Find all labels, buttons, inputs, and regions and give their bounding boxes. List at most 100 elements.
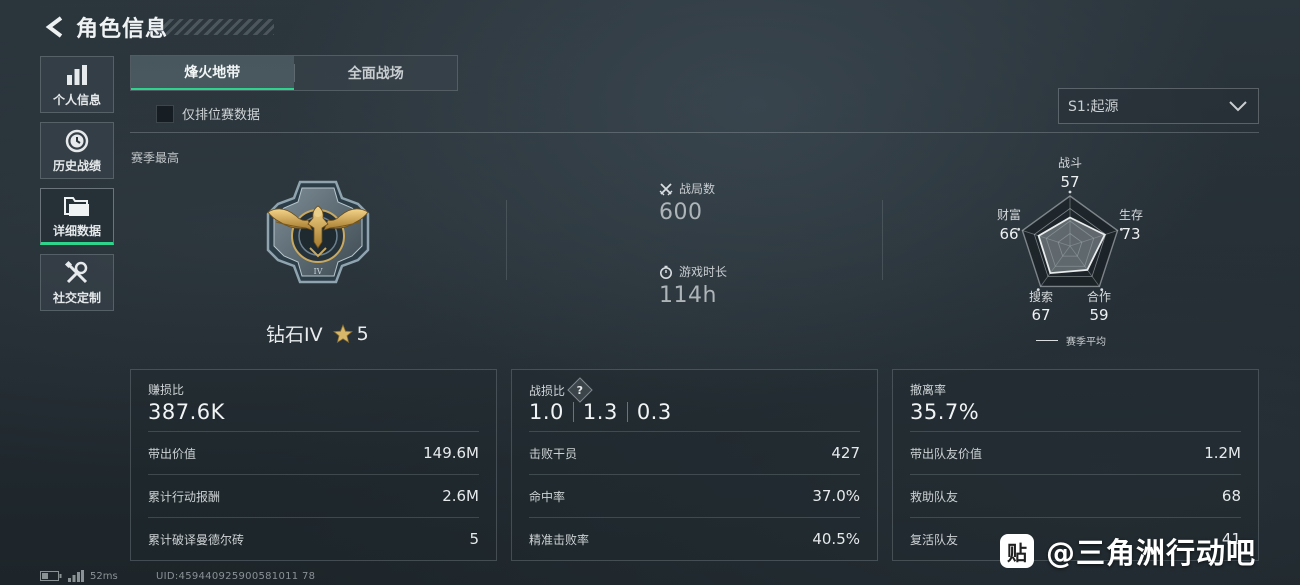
row-value: 5 bbox=[469, 530, 479, 548]
history-clock-icon bbox=[65, 129, 89, 152]
playtime-value: 114h bbox=[659, 283, 717, 308]
tieba-logo-icon: 贴 bbox=[1000, 534, 1034, 568]
season-dropdown[interactable]: S1:起源 bbox=[1058, 88, 1259, 124]
row-value: 68 bbox=[1221, 487, 1241, 505]
sidebar: 个人信息 历史战绩 详细数据 社交定制 bbox=[40, 56, 114, 320]
row-value: 37.0% bbox=[812, 487, 860, 505]
ranked-only-checkbox[interactable] bbox=[156, 104, 174, 123]
back-arrow-icon bbox=[45, 16, 63, 38]
rank-name: 钻石IV bbox=[266, 324, 323, 346]
extract-value: 35.7% bbox=[910, 400, 980, 424]
sidebar-item-detailed-data[interactable]: 详细数据 bbox=[40, 188, 114, 245]
svg-text:IV: IV bbox=[314, 267, 323, 276]
bar-chart-icon bbox=[67, 64, 87, 85]
sidebar-item-label: 详细数据 bbox=[52, 223, 101, 238]
radar-value-search: 67 bbox=[1031, 306, 1051, 324]
sidebar-item-history[interactable]: 历史战绩 bbox=[40, 122, 114, 179]
ranked-only-label: 仅排位赛数据 bbox=[182, 108, 261, 123]
sidebar-item-label: 社交定制 bbox=[52, 290, 101, 305]
kda-value-1: 1.0 bbox=[529, 400, 564, 424]
playtime-label: 游戏时长 bbox=[679, 265, 728, 279]
table-row: 击败干员 427 bbox=[529, 431, 860, 474]
matches-value: 600 bbox=[659, 200, 703, 225]
season-best-label: 赛季最高 bbox=[131, 151, 180, 165]
row-value: 2.6M bbox=[442, 487, 479, 505]
row-value: 427 bbox=[831, 444, 860, 462]
radar-label-combat: 战斗 bbox=[1057, 156, 1082, 170]
vertical-divider bbox=[882, 200, 883, 280]
radar-label-wealth: 财富 bbox=[996, 208, 1021, 222]
crossed-swords-icon bbox=[659, 182, 673, 195]
combat-title-row: 战损比 ? bbox=[529, 377, 593, 403]
profit-card: 赚损比 387.6K 带出价值 149.6M 累计行动报酬 2.6M 累计破译曼… bbox=[130, 369, 497, 561]
table-row: 精准击败率 40.5% bbox=[529, 517, 860, 560]
kda-value-2: 1.3 bbox=[582, 400, 618, 424]
row-label: 累计行动报酬 bbox=[148, 489, 221, 504]
extract-title: 撤离率 bbox=[910, 383, 947, 397]
rank-badge-icon: IV bbox=[266, 180, 370, 284]
folder-icon bbox=[64, 196, 89, 216]
chevron-down-icon bbox=[1229, 101, 1247, 112]
row-label: 累计破译曼德尔砖 bbox=[148, 532, 245, 547]
row-label: 带出队友价值 bbox=[910, 446, 983, 461]
combat-title: 战损比 bbox=[529, 383, 566, 398]
star-icon bbox=[332, 323, 353, 343]
profit-value: 387.6K bbox=[148, 400, 225, 424]
tab-beacon-zone[interactable]: 烽火地带 bbox=[131, 56, 294, 90]
radar-value-cooperation: 59 bbox=[1089, 306, 1109, 324]
sidebar-item-social[interactable]: 社交定制 bbox=[40, 254, 114, 311]
rank-stars-count: 5 bbox=[356, 322, 369, 345]
table-row: 累计破译曼德尔砖 5 bbox=[148, 517, 479, 560]
ranked-only-filter[interactable]: 仅排位赛数据 bbox=[156, 104, 260, 123]
radar-label-cooperation: 合作 bbox=[1086, 290, 1111, 304]
row-label: 击败干员 bbox=[529, 446, 578, 461]
radar-value-combat: 57 bbox=[1060, 173, 1080, 191]
mode-tabs: 烽火地带 全面战场 bbox=[130, 55, 458, 91]
radar-label-search: 搜索 bbox=[1028, 290, 1053, 304]
divider bbox=[130, 132, 1259, 133]
signal-icon bbox=[68, 570, 84, 582]
playtime-stat: 游戏时长 114h bbox=[659, 263, 727, 308]
status-bar: 52ms bbox=[40, 570, 118, 582]
table-row: 带出队友价值 1.2M bbox=[910, 431, 1241, 474]
ability-radar: 战斗 57 生存 73 合作 59 搜索 67 财富 66 bbox=[992, 150, 1160, 350]
row-value: 1.2M bbox=[1204, 444, 1241, 462]
kda-separator bbox=[626, 402, 628, 422]
tools-icon bbox=[64, 260, 88, 283]
header: 角色信息 bbox=[40, 10, 168, 44]
row-value: 40.5% bbox=[812, 530, 860, 548]
tieba-logo-text: 贴 bbox=[1007, 540, 1027, 565]
kda-values: 1.0 1.3 0.3 bbox=[529, 400, 672, 424]
ping-value: 52ms bbox=[90, 570, 118, 582]
help-icon: ? bbox=[576, 383, 584, 397]
matches-stat: 战局数 600 bbox=[659, 180, 715, 225]
back-button[interactable] bbox=[40, 12, 66, 42]
watermark: 贴 @三角洲行动吧 bbox=[1000, 530, 1256, 572]
table-row: 命中率 37.0% bbox=[529, 474, 860, 517]
season-selected-value: S1:起源 bbox=[1068, 99, 1119, 115]
sidebar-item-personal-info[interactable]: 个人信息 bbox=[40, 56, 114, 113]
title-decoration bbox=[150, 19, 274, 35]
vertical-divider bbox=[506, 200, 507, 280]
radar-axis-dot bbox=[1068, 190, 1072, 194]
radar-label-survival: 生存 bbox=[1118, 208, 1143, 222]
sidebar-item-label: 历史战绩 bbox=[52, 158, 101, 173]
table-row: 带出价值 149.6M bbox=[148, 431, 479, 474]
kda-value-3: 0.3 bbox=[636, 400, 672, 424]
row-label: 命中率 bbox=[529, 489, 566, 504]
sidebar-item-label: 个人信息 bbox=[52, 92, 101, 107]
combat-card: 战损比 ? 1.0 1.3 0.3 击败干员 427 命中率 37.0% 精准击… bbox=[511, 369, 878, 561]
matches-label: 战局数 bbox=[679, 182, 716, 196]
rank-display: 钻石IV 5 bbox=[266, 320, 369, 347]
row-label: 复活队友 bbox=[910, 532, 959, 547]
profit-title: 赚损比 bbox=[148, 383, 185, 397]
kda-separator bbox=[572, 402, 574, 422]
uid-text: UID:459440925900581011 78 bbox=[156, 571, 316, 582]
help-button[interactable]: ? bbox=[567, 377, 593, 403]
row-value: 149.6M bbox=[423, 444, 479, 462]
legend-line bbox=[1036, 340, 1058, 341]
tab-full-battlefield[interactable]: 全面战场 bbox=[295, 56, 458, 90]
legend-label: 赛季平均 bbox=[1066, 337, 1106, 348]
table-row: 救助队友 68 bbox=[910, 474, 1241, 517]
watermark-text: @三角洲行动吧 bbox=[1046, 536, 1257, 570]
